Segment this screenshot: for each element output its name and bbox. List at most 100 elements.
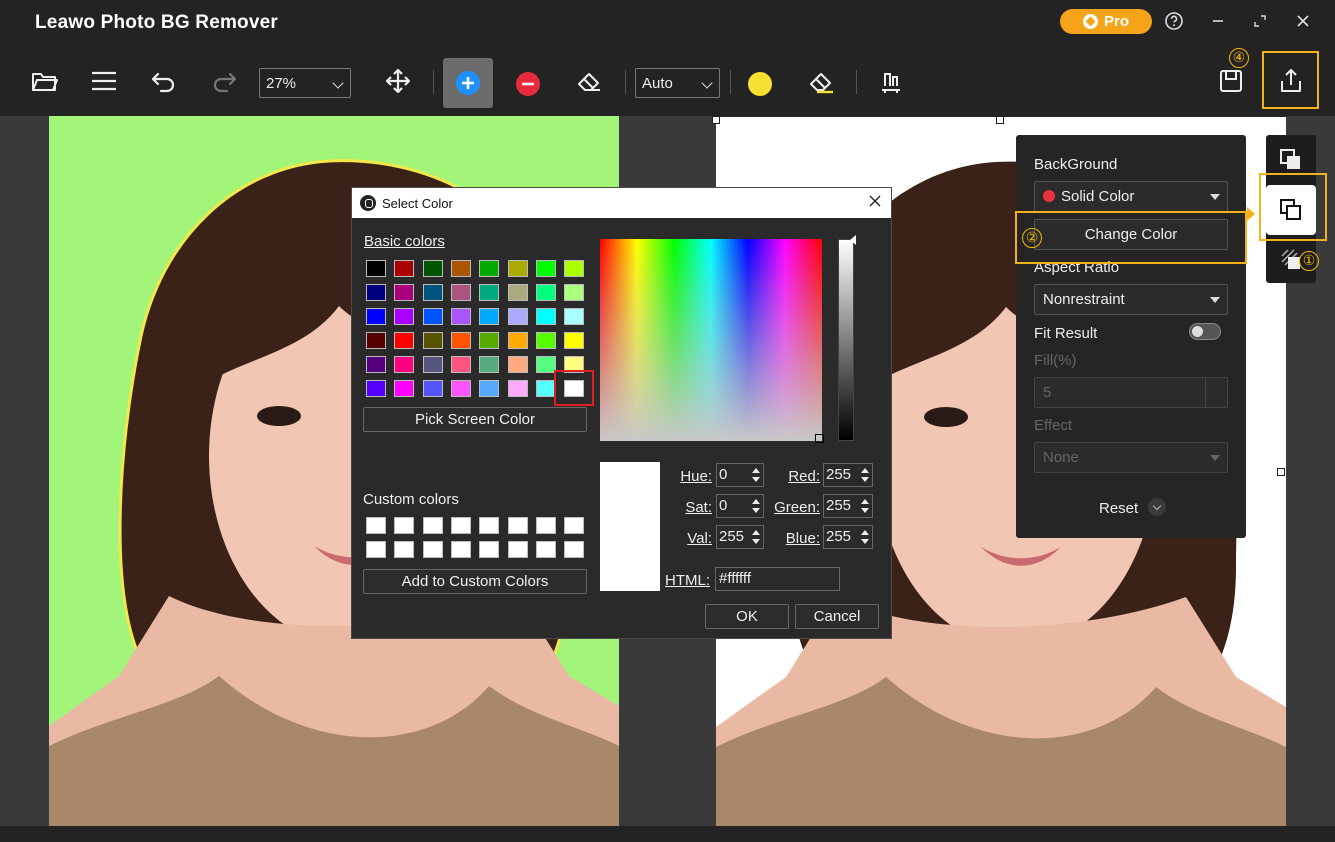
basic-color-swatch[interactable] <box>450 356 471 373</box>
basic-color-swatch[interactable] <box>535 332 556 349</box>
value-slider[interactable] <box>838 239 854 441</box>
basic-color-swatch[interactable] <box>479 356 500 373</box>
basic-color-swatch[interactable] <box>422 260 443 277</box>
clear-eraser-icon[interactable] <box>806 66 836 96</box>
basic-color-swatch[interactable] <box>535 380 556 397</box>
close-icon[interactable] <box>1291 11 1315 35</box>
pick-screen-color-button[interactable]: Pick Screen Color <box>363 407 587 432</box>
basic-color-swatch[interactable] <box>507 356 528 373</box>
custom-color-swatch[interactable] <box>564 541 585 558</box>
html-input[interactable]: #ffffff <box>715 567 840 591</box>
keep-brush-button[interactable] <box>443 58 493 108</box>
basic-color-swatch[interactable] <box>394 308 415 325</box>
basic-color-swatch[interactable] <box>507 260 528 277</box>
spin-down-icon[interactable] <box>860 505 870 515</box>
save-icon[interactable] <box>1216 66 1246 96</box>
basic-color-swatch[interactable] <box>366 284 386 301</box>
basic-color-swatch[interactable] <box>507 380 528 397</box>
basic-color-swatch[interactable] <box>564 332 585 349</box>
basic-color-swatch[interactable] <box>422 284 443 301</box>
basic-color-swatch[interactable] <box>422 332 443 349</box>
custom-color-swatch[interactable] <box>479 517 500 534</box>
val-input[interactable]: 255 <box>716 525 764 549</box>
custom-color-swatch[interactable] <box>535 517 556 534</box>
custom-color-swatch[interactable] <box>450 517 471 534</box>
spin-down-icon[interactable] <box>860 536 870 546</box>
basic-color-swatch[interactable] <box>479 332 500 349</box>
minimize-icon[interactable] <box>1206 11 1230 35</box>
hue-input[interactable]: 0 <box>716 463 764 487</box>
basic-color-swatch[interactable] <box>535 356 556 373</box>
add-custom-color-button[interactable]: Add to Custom Colors <box>363 569 587 594</box>
basic-color-swatch[interactable] <box>479 260 500 277</box>
color-spectrum-picker[interactable] <box>600 239 824 443</box>
eraser-icon[interactable] <box>574 66 604 96</box>
effect-select[interactable]: None <box>1034 442 1228 473</box>
background-type-select[interactable]: Solid Color <box>1034 181 1228 212</box>
green-input[interactable]: 255 <box>823 494 873 518</box>
basic-color-swatch[interactable] <box>366 356 386 373</box>
spin-down-icon[interactable] <box>751 474 761 484</box>
custom-color-swatch[interactable] <box>564 517 585 534</box>
basic-color-swatch[interactable] <box>479 308 500 325</box>
basic-color-swatch[interactable] <box>394 356 415 373</box>
fit-result-toggle[interactable] <box>1189 323 1221 340</box>
basic-color-swatch[interactable] <box>479 284 500 301</box>
basic-color-swatch[interactable] <box>422 308 443 325</box>
ok-button[interactable]: OK <box>705 604 789 629</box>
basic-color-swatch[interactable] <box>564 260 585 277</box>
basic-color-swatch[interactable] <box>394 380 415 397</box>
basic-color-swatch[interactable] <box>450 260 471 277</box>
basic-color-swatch[interactable] <box>535 284 556 301</box>
move-icon[interactable] <box>383 66 413 96</box>
basic-color-swatch[interactable] <box>535 308 556 325</box>
export-icon[interactable] <box>1276 66 1306 96</box>
basic-color-swatch[interactable] <box>507 308 528 325</box>
compare-icon[interactable] <box>876 66 906 96</box>
basic-color-swatch[interactable] <box>564 308 585 325</box>
custom-color-swatch[interactable] <box>507 541 528 558</box>
basic-color-swatch[interactable] <box>422 380 443 397</box>
basic-color-swatch[interactable] <box>366 380 386 397</box>
spin-down-icon[interactable] <box>751 505 761 515</box>
remove-brush-icon[interactable] <box>516 72 540 96</box>
undo-icon[interactable] <box>149 66 179 96</box>
custom-color-swatch[interactable] <box>535 541 556 558</box>
basic-color-swatch[interactable] <box>450 308 471 325</box>
blue-input[interactable]: 255 <box>823 525 873 549</box>
custom-color-swatch[interactable] <box>394 517 415 534</box>
resize-handle[interactable] <box>996 116 1004 124</box>
basic-color-swatch[interactable] <box>479 380 500 397</box>
zoom-select[interactable]: 27% <box>259 68 351 98</box>
basic-color-swatch[interactable] <box>450 284 471 301</box>
basic-color-swatch[interactable] <box>394 284 415 301</box>
basic-color-swatch[interactable] <box>422 356 443 373</box>
basic-color-swatch[interactable] <box>366 308 386 325</box>
custom-color-swatch[interactable] <box>450 541 471 558</box>
open-folder-icon[interactable] <box>29 66 59 96</box>
resize-handle[interactable] <box>712 116 720 124</box>
basic-color-swatch[interactable] <box>535 260 556 277</box>
menu-icon[interactable] <box>89 66 119 96</box>
brush-color-icon[interactable] <box>748 72 772 96</box>
red-input[interactable]: 255 <box>823 463 873 487</box>
fill-stepper[interactable]: 5 <box>1034 377 1228 408</box>
dialog-close-icon[interactable] <box>867 193 883 214</box>
sat-input[interactable]: 0 <box>716 494 764 518</box>
basic-color-swatch[interactable] <box>366 260 386 277</box>
reset-button[interactable]: Reset <box>1099 498 1167 517</box>
mode-select[interactable]: Auto <box>635 68 720 98</box>
custom-color-swatch[interactable] <box>366 517 386 534</box>
basic-color-swatch[interactable] <box>450 380 471 397</box>
basic-color-swatch[interactable] <box>394 260 415 277</box>
basic-color-swatch[interactable] <box>507 332 528 349</box>
maximize-icon[interactable] <box>1248 11 1272 35</box>
custom-color-swatch[interactable] <box>394 541 415 558</box>
basic-color-swatch[interactable] <box>394 332 415 349</box>
custom-color-swatch[interactable] <box>366 541 386 558</box>
basic-color-swatch[interactable] <box>366 332 386 349</box>
basic-color-swatch[interactable] <box>450 332 471 349</box>
cancel-button[interactable]: Cancel <box>795 604 879 629</box>
custom-color-swatch[interactable] <box>507 517 528 534</box>
redo-icon[interactable] <box>209 66 239 96</box>
